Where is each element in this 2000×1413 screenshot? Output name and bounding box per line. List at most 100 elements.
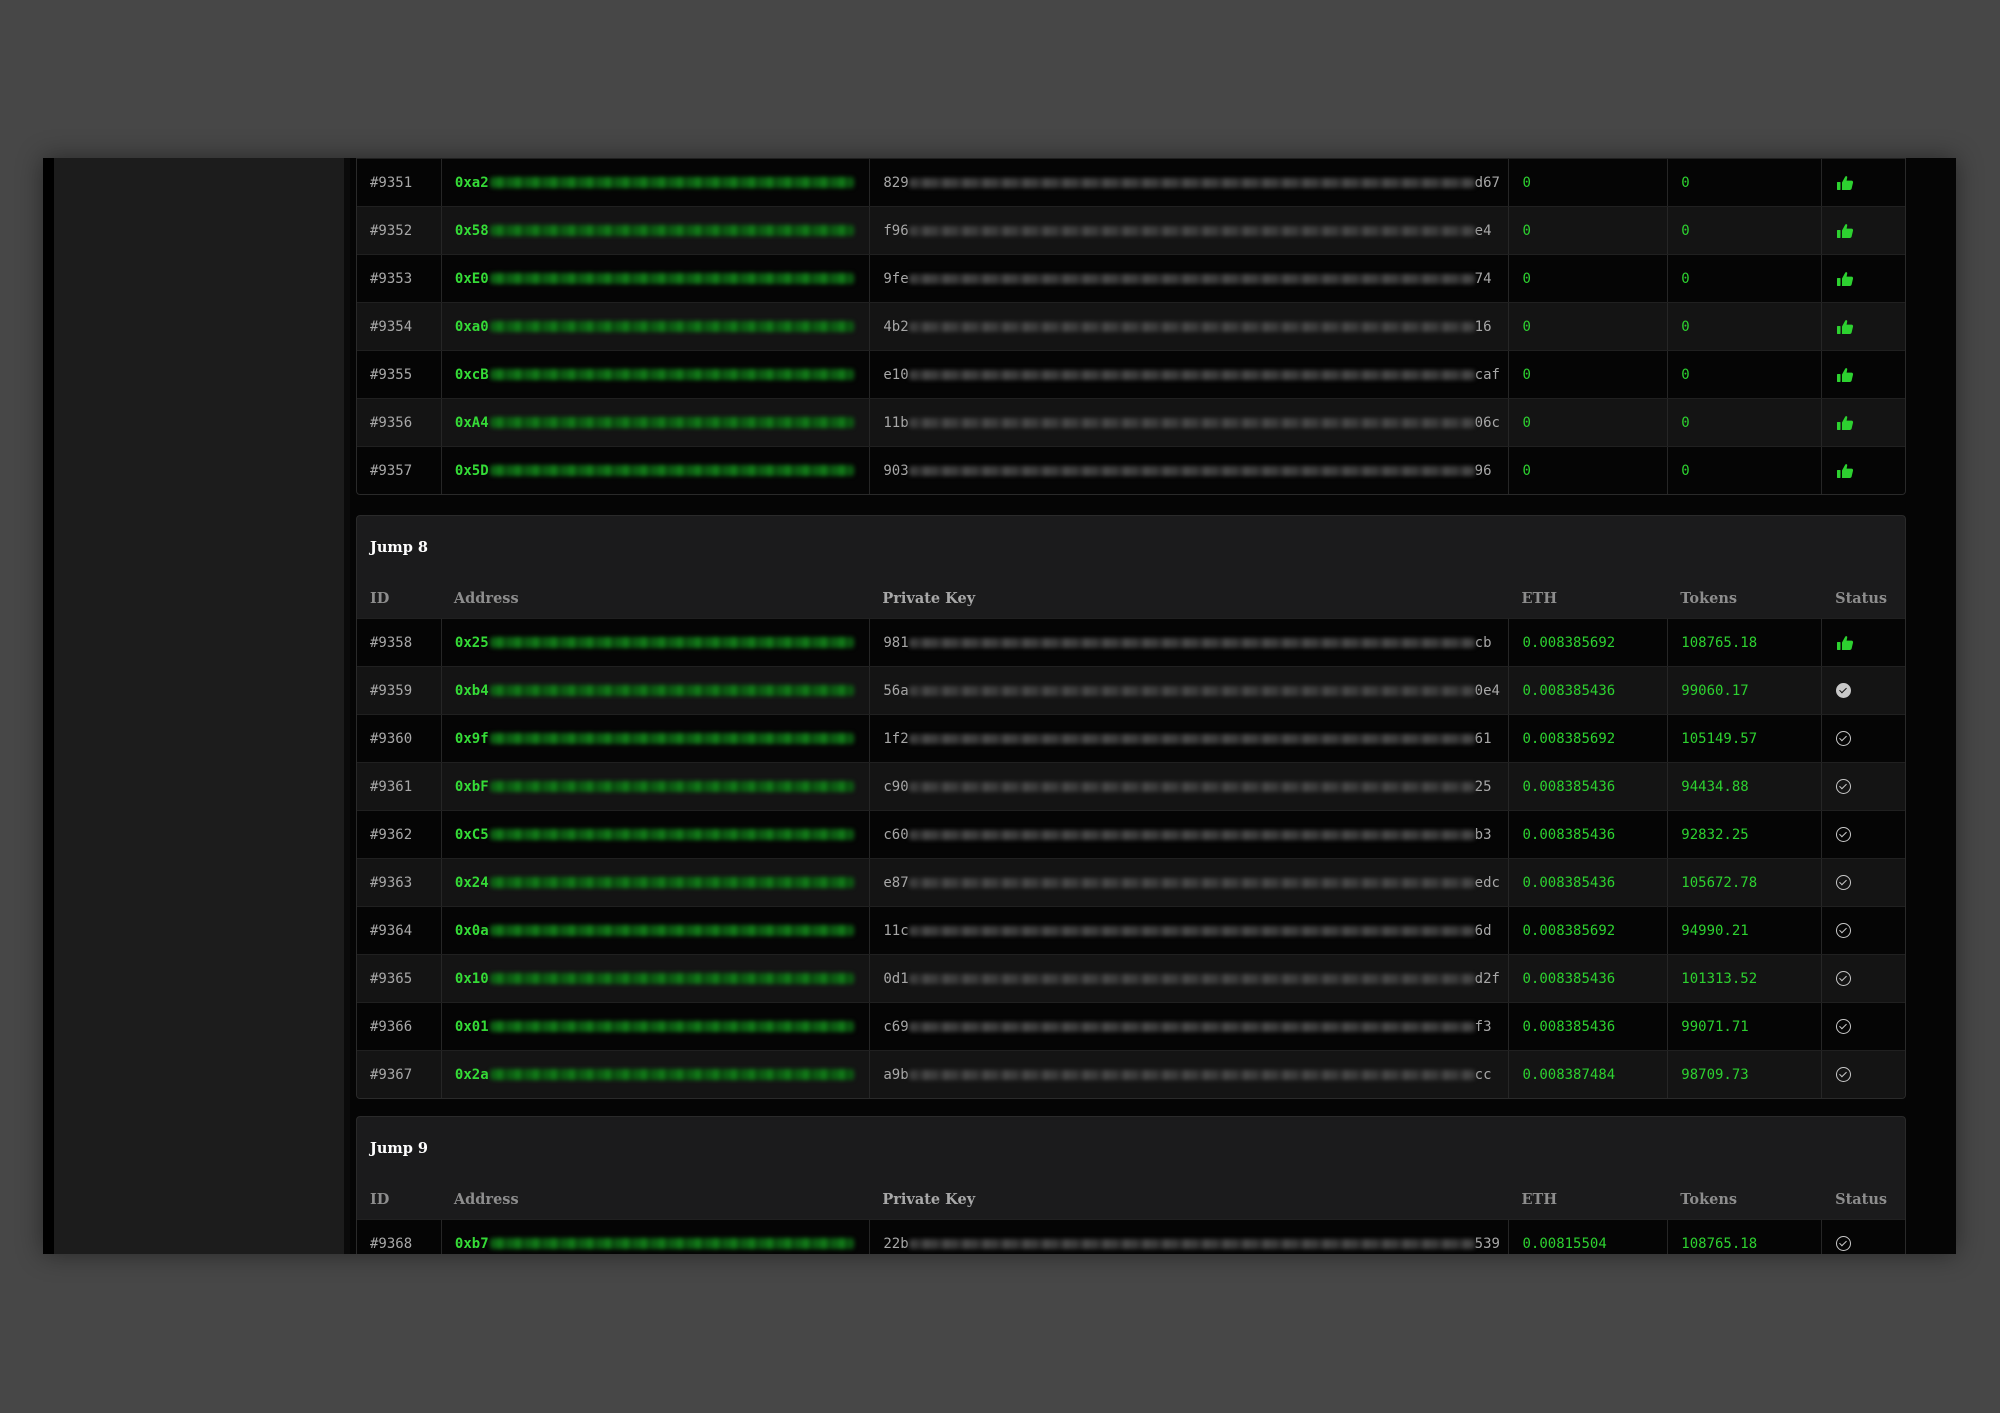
wallet-address[interactable]: 0x9f (440, 715, 869, 762)
private-key-start: c69 (883, 1018, 909, 1035)
wallet-address[interactable]: 0xcB (440, 351, 869, 398)
token-balance: 98709.73 (1667, 1051, 1821, 1098)
private-key[interactable]: 4b2 16 (869, 303, 1508, 350)
status-cell (1821, 955, 1905, 1002)
row-id: #9362 (370, 826, 413, 843)
sidebar-divider (344, 158, 350, 1254)
private-key[interactable]: 9fe 74 (869, 255, 1508, 302)
address-prefix: 0xb7 (454, 1235, 489, 1252)
wallet-address[interactable]: 0xb7 (440, 1220, 869, 1254)
table-row: #9352 0x58 f96 e4 0 0 (357, 206, 1905, 254)
column-header-private-key: Private Key (882, 589, 976, 607)
token-balance: 94434.88 (1667, 763, 1821, 810)
status-cell (1821, 207, 1905, 254)
check-circle-icon (1836, 731, 1852, 746)
status-cell (1821, 1220, 1905, 1254)
private-key[interactable]: 903 96 (869, 447, 1508, 494)
table-row: #9367 0x2a a9b cc 0.008387484 98709.73 (357, 1050, 1905, 1098)
private-key-start: 1f2 (883, 730, 909, 747)
thumbs-up-icon (1837, 223, 1854, 238)
private-key-start: 11c (883, 922, 909, 939)
address-prefix: 0xE0 (454, 270, 489, 287)
private-key-end: 0e4 (1474, 682, 1500, 699)
wallet-address[interactable]: 0xb4 (440, 667, 869, 714)
private-key-end: 539 (1474, 1235, 1500, 1252)
private-key[interactable]: a9b cc (869, 1051, 1508, 1098)
wallet-address[interactable]: 0x10 (440, 955, 869, 1002)
address-prefix: 0xcB (454, 366, 489, 383)
wallet-address[interactable]: 0x24 (440, 859, 869, 906)
table-row: #9351 0xa2 829 d67 0 0 (357, 158, 1905, 206)
token-balance: 0 (1667, 447, 1821, 494)
table-body: #9351 0xa2 829 d67 0 0 #9352 0x58 f96 e4 0 0 #9353 0x… (357, 158, 1905, 494)
private-key-redacted (908, 1021, 1475, 1032)
private-key-end: caf (1474, 366, 1500, 383)
private-key-start: 9fe (883, 270, 909, 287)
row-id: #9364 (370, 922, 413, 939)
private-key[interactable]: 11c 6d (869, 907, 1508, 954)
column-header-address: Address (453, 1190, 519, 1208)
wallet-address[interactable]: 0xbF (440, 763, 869, 810)
private-key-end: 16 (1474, 318, 1492, 335)
status-cell (1821, 1051, 1905, 1098)
wallet-address[interactable]: 0xE0 (440, 255, 869, 302)
token-balance: 105149.57 (1667, 715, 1821, 762)
private-key[interactable]: 1f2 61 (869, 715, 1508, 762)
wallet-address[interactable]: 0xa2 (440, 159, 869, 206)
app-window: #9351 0xa2 829 d67 0 0 #9352 0x58 f96 e4 0 0 #9353 0x… (43, 158, 1956, 1254)
private-key[interactable]: c90 25 (869, 763, 1508, 810)
wallet-address[interactable]: 0x25 (440, 619, 869, 666)
private-key[interactable]: e10 caf (869, 351, 1508, 398)
check-circle-icon (1836, 1067, 1852, 1082)
address-prefix: 0x01 (454, 1018, 489, 1035)
private-key-end: edc (1474, 874, 1500, 891)
wallet-address[interactable]: 0x01 (440, 1003, 869, 1050)
column-header-eth: ETH (1521, 1190, 1558, 1208)
private-key-redacted (908, 1069, 1475, 1080)
eth-balance: 0 (1508, 447, 1667, 494)
address-redacted (489, 1238, 854, 1249)
token-balance: 0 (1667, 351, 1821, 398)
private-key[interactable]: 22b 539 (869, 1220, 1508, 1254)
token-balance: 92832.25 (1667, 811, 1821, 858)
wallet-address[interactable]: 0x0a (440, 907, 869, 954)
thumbs-up-icon (1837, 463, 1854, 478)
wallet-address[interactable]: 0xa0 (440, 303, 869, 350)
wallet-address[interactable]: 0x5D (440, 447, 869, 494)
wallet-address[interactable]: 0xC5 (440, 811, 869, 858)
thumbs-up-icon (1837, 271, 1854, 286)
private-key[interactable]: 0d1 d2f (869, 955, 1508, 1002)
private-key-start: 56a (883, 682, 909, 699)
eth-balance: 0.008385436 (1508, 811, 1667, 858)
private-key[interactable]: 56a 0e4 (869, 667, 1508, 714)
status-cell (1821, 907, 1905, 954)
eth-balance: 0.00815504 (1508, 1220, 1667, 1254)
wallet-address[interactable]: 0x2a (440, 1051, 869, 1098)
group-title: Jump 8 (370, 538, 429, 556)
wallet-address[interactable]: 0xA4 (440, 399, 869, 446)
private-key[interactable]: c60 b3 (869, 811, 1508, 858)
thumbs-up-icon (1837, 635, 1854, 650)
row-id: #9360 (370, 730, 413, 747)
private-key[interactable]: c69 f3 (869, 1003, 1508, 1050)
table-row: #9358 0x25 981 cb 0.008385692 108765.18 (357, 618, 1905, 666)
status-cell (1821, 303, 1905, 350)
row-id: #9365 (370, 970, 413, 987)
private-key[interactable]: 829 d67 (869, 159, 1508, 206)
eth-balance: 0 (1508, 207, 1667, 254)
private-key[interactable]: f96 e4 (869, 207, 1508, 254)
row-id: #9351 (370, 174, 413, 191)
address-redacted (489, 877, 854, 888)
private-key[interactable]: 981 cb (869, 619, 1508, 666)
private-key[interactable]: 11b 06c (869, 399, 1508, 446)
wallet-address[interactable]: 0x58 (440, 207, 869, 254)
column-header-tokens: Tokens (1680, 589, 1738, 607)
private-key-end: 25 (1474, 778, 1492, 795)
row-id: #9366 (370, 1018, 413, 1035)
address-redacted (489, 637, 854, 648)
eth-balance: 0 (1508, 159, 1667, 206)
wallet-group-jump-9: Jump 9 ID Address Private Key ETH Tokens… (356, 1116, 1906, 1254)
private-key[interactable]: e87 edc (869, 859, 1508, 906)
private-key-redacted (908, 273, 1475, 284)
private-key-redacted (908, 177, 1475, 188)
